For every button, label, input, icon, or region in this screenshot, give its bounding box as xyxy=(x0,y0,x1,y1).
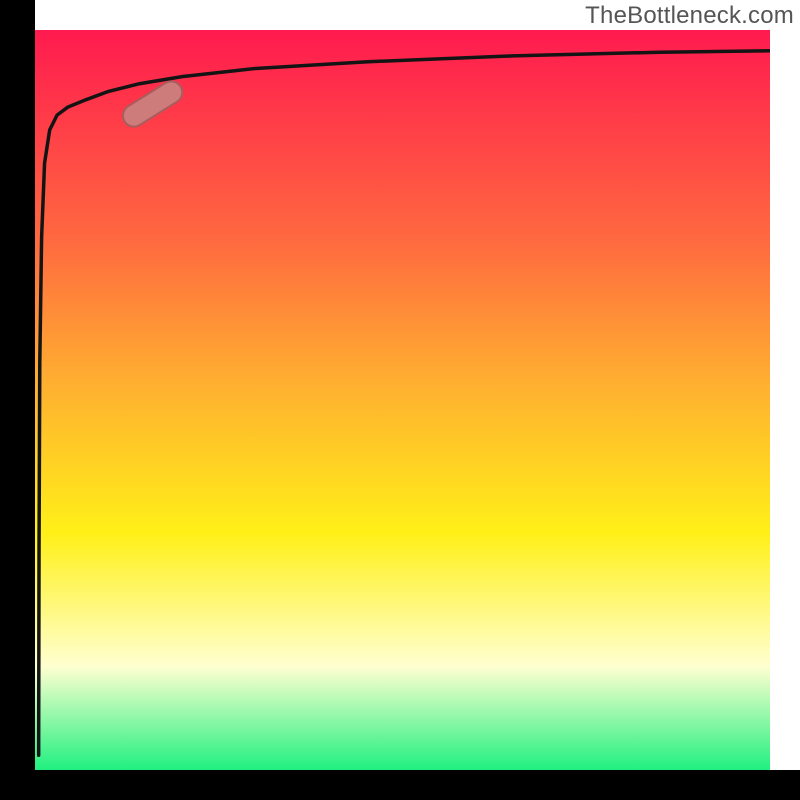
plot-background xyxy=(35,30,770,770)
chart-root: TheBottleneck.com xyxy=(0,0,800,800)
chart-svg xyxy=(0,0,800,800)
attribution-text: TheBottleneck.com xyxy=(585,2,794,30)
axis-left xyxy=(0,0,35,800)
axis-bottom xyxy=(0,770,800,800)
